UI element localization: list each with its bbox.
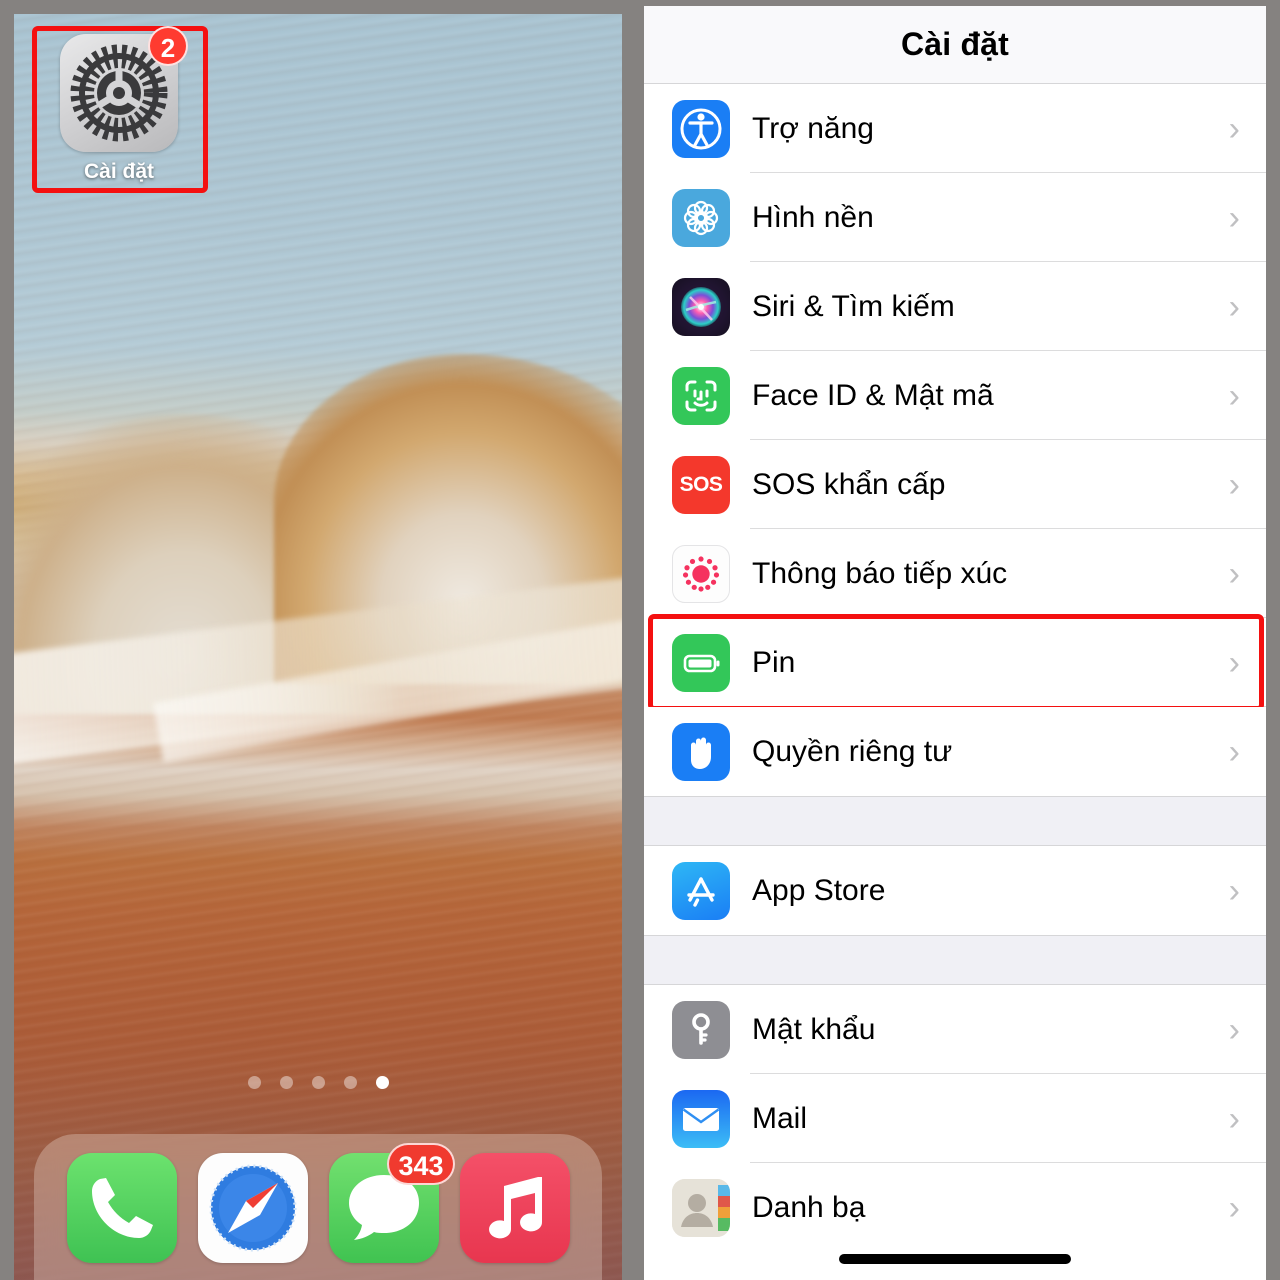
chevron-right-icon: › [1228, 376, 1240, 415]
emergency-sos-icon: SOS [672, 455, 730, 514]
navigation-bar: Cài đặt [644, 6, 1266, 84]
battery-icon [672, 633, 730, 692]
page-dot-3[interactable] [311, 1076, 325, 1089]
row-label: Trợ năng [752, 111, 874, 145]
chevron-right-icon: › [1228, 465, 1240, 504]
privacy-hand-icon [672, 722, 730, 781]
app-store-icon [672, 861, 730, 920]
page-dot-5[interactable] [375, 1076, 389, 1089]
settings-row-emergency-sos[interactable]: SOS SOS khẩn cấp › [644, 440, 1266, 529]
exposure-notification-icon [672, 544, 730, 603]
row-label: App Store [752, 873, 886, 907]
row-label: Mật khẩu [752, 1012, 876, 1046]
chevron-right-icon: › [1228, 871, 1240, 910]
iphone-home-screen: 2 Cài đặt 343 [0, 0, 636, 1280]
chevron-right-icon: › [1228, 287, 1240, 326]
siri-icon [672, 277, 730, 336]
settings-row-exposure-notifications[interactable]: Thông báo tiếp xúc › [644, 529, 1266, 618]
mail-icon [672, 1089, 730, 1148]
row-label: Face ID & Mật mã [752, 378, 994, 412]
settings-app-label: Cài đặt [83, 160, 154, 183]
row-label: Siri & Tìm kiếm [752, 289, 955, 323]
chevron-right-icon: › [1228, 554, 1240, 593]
chevron-right-icon: › [1228, 109, 1240, 148]
section-gap-1 [644, 796, 1266, 846]
settings-row-passwords[interactable]: Mật khẩu › [644, 985, 1266, 1074]
chevron-right-icon: › [1228, 198, 1240, 237]
page-dot-4[interactable] [343, 1076, 357, 1089]
messages-badge: 343 [387, 1143, 455, 1185]
page-dots[interactable] [14, 1076, 622, 1089]
page-dot-1[interactable] [247, 1076, 261, 1089]
wallpaper [14, 14, 622, 1280]
chevron-right-icon: › [1228, 1010, 1240, 1049]
home-app-settings[interactable]: 2 Cài đặt [44, 26, 194, 184]
settings-group-1: Trợ năng › Hình nền › Siri & Tìm kiếm › … [644, 84, 1266, 796]
row-label: Danh bạ [752, 1190, 866, 1224]
chevron-right-icon: › [1228, 732, 1240, 771]
chevron-right-icon: › [1228, 643, 1240, 682]
wallpaper-icon [672, 188, 730, 247]
row-label: Mail [752, 1101, 808, 1135]
page-title: Cài đặt [900, 26, 1010, 62]
settings-row-accessibility[interactable]: Trợ năng › [644, 84, 1266, 173]
settings-row-contacts[interactable]: Danh bạ › [644, 1163, 1266, 1252]
row-label: Thông báo tiếp xúc [752, 556, 1008, 590]
settings-group-2: App Store › [644, 846, 1266, 935]
chevron-right-icon: › [1228, 1099, 1240, 1138]
safari-icon[interactable] [197, 1153, 308, 1263]
music-icon[interactable] [459, 1153, 570, 1263]
row-label: Hình nền [752, 200, 874, 234]
row-label: Quyền riêng tư [752, 734, 953, 768]
home-indicator[interactable] [839, 1254, 1071, 1264]
settings-row-siri-search[interactable]: Siri & Tìm kiếm › [644, 262, 1266, 351]
split-screenshot: 2 Cài đặt 343 Cài đặt Trợ năng › Hình nề… [0, 0, 1280, 1280]
chevron-right-icon: › [1228, 1188, 1240, 1227]
settings-app-panel: Cài đặt Trợ năng › Hình nền › Siri & Tìm… [636, 0, 1280, 1280]
page-dot-2[interactable] [279, 1076, 293, 1089]
settings-row-battery[interactable]: Pin › [644, 614, 1266, 711]
settings-badge: 2 [148, 26, 188, 66]
settings-group-3: Mật khẩu › Mail › Danh bạ › [644, 985, 1266, 1252]
phone-icon[interactable] [66, 1153, 177, 1263]
accessibility-icon [672, 99, 730, 158]
settings-row-app-store[interactable]: App Store › [644, 846, 1266, 935]
row-label: SOS khẩn cấp [752, 467, 946, 501]
contacts-icon [672, 1178, 730, 1237]
messages-icon[interactable]: 343 [328, 1143, 455, 1263]
settings-row-wallpaper[interactable]: Hình nền › [644, 173, 1266, 262]
row-label: Pin [752, 645, 796, 679]
settings-row-face-id-passcode[interactable]: Face ID & Mật mã › [644, 351, 1266, 440]
face-id-icon [672, 366, 730, 425]
dock: 343 [34, 1134, 602, 1280]
settings-row-mail[interactable]: Mail › [644, 1074, 1266, 1163]
passwords-key-icon [672, 1000, 730, 1059]
section-gap-2 [644, 935, 1266, 985]
settings-row-privacy[interactable]: Quyền riêng tư › [644, 707, 1266, 796]
